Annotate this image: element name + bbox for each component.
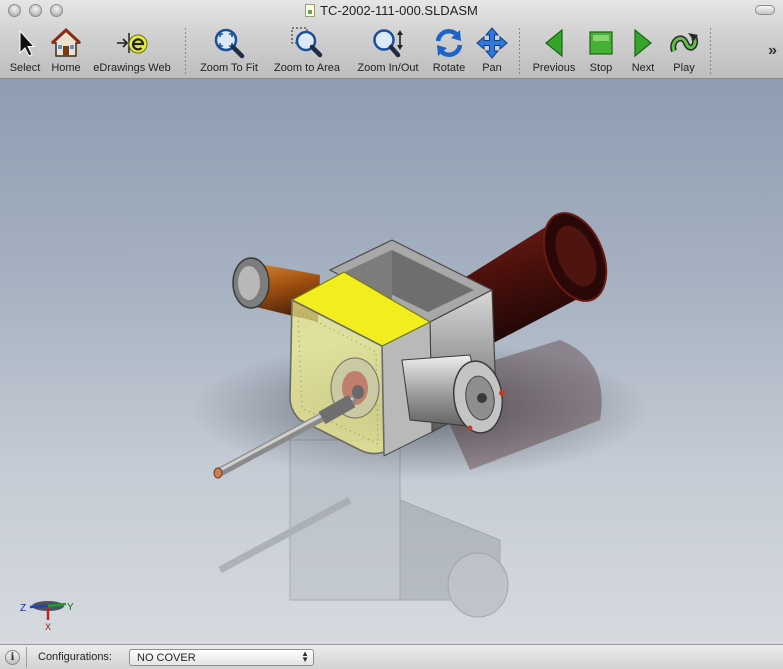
rotate-label: Rotate [432,62,466,74]
axis-y-label: Y [67,602,74,613]
play-label: Play [673,62,695,74]
select-button[interactable]: Select [5,24,45,78]
next-label: Next [631,62,655,74]
toolbar-separator [710,28,711,74]
info-icon[interactable]: i [5,650,20,665]
zoom-to-fit-label: Zoom To Fit [200,62,258,74]
axis-x-label: X [45,622,51,632]
magnifier-fit-icon [214,28,245,59]
four-way-arrow-icon [476,27,508,59]
toolbar-separator [519,28,520,74]
edrawings-e-icon [117,33,148,54]
title-bar[interactable]: TC-2002-111-000.SLDASM [0,0,783,22]
previous-button[interactable]: Previous [529,24,579,78]
arrow-cursor-icon [19,29,36,57]
pan-button[interactable]: Pan [474,24,510,78]
stop-button[interactable]: Stop [584,24,618,78]
zoom-in-out-button[interactable]: Zoom In/Out [351,24,425,78]
previous-label: Previous [532,62,576,74]
play-button[interactable]: Play [667,24,701,78]
axis-z-label: Z [20,603,26,614]
toolbar: Select Home eDrawings Web Zoom To Fit Zo… [0,24,783,78]
zoom-to-fit-button[interactable]: Zoom To Fit [196,24,262,78]
pan-label: Pan [482,62,502,74]
home-label: Home [51,62,81,74]
house-icon [50,27,82,57]
triangle-left-icon [545,28,563,58]
stop-label: Stop [589,62,613,74]
zoom-to-area-button[interactable]: Zoom to Area [269,24,345,78]
rotate-arrows-icon [435,28,463,58]
zoom-to-area-label: Zoom to Area [273,62,341,74]
toolbar-overflow-button[interactable]: » [768,42,777,60]
rotate-button[interactable]: Rotate [429,24,469,78]
home-button[interactable]: Home [47,24,85,78]
edrawings-web-button[interactable]: eDrawings Web [89,24,175,78]
window-title: TC-2002-111-000.SLDASM [320,3,478,18]
triangle-right-icon [634,28,652,58]
axis-triad: Z Y X [20,601,74,632]
play-loop-icon [670,33,698,53]
next-button[interactable]: Next [626,24,660,78]
configurations-dropdown[interactable]: NO COVER ▲ ▼ [129,649,314,666]
toolbar-separator [185,28,186,74]
zoom-in-out-label: Zoom In/Out [357,62,419,74]
assembly-model[interactable]: Z Y X [0,79,783,644]
magnifier-updown-icon [373,29,403,58]
square-stop-icon [589,31,613,55]
configurations-label: Configurations: [38,651,112,663]
configurations-value: NO COVER [137,652,196,664]
status-bar: i Configurations: NO COVER ▲ ▼ [0,644,783,669]
select-label: Select [9,62,41,74]
toolbar-toggle-button[interactable] [755,5,775,15]
edrawings-web-label: eDrawings Web [93,62,171,74]
document-icon [305,4,316,17]
dropdown-arrows-icon: ▲ ▼ [301,649,309,664]
status-divider [26,647,27,668]
magnifier-area-icon [291,27,323,58]
window-title-area: TC-2002-111-000.SLDASM [0,3,783,18]
window-chrome: TC-2002-111-000.SLDASM Select Home eDraw… [0,0,783,79]
model-viewport[interactable]: Z Y X [0,79,783,644]
